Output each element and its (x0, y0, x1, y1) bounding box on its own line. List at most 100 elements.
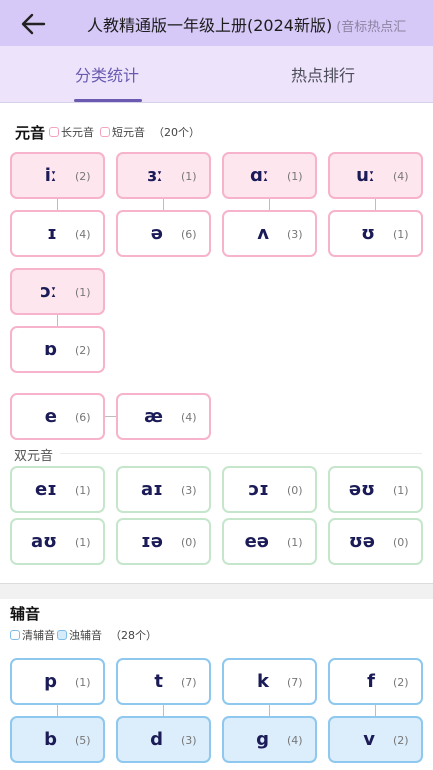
phoneme-card-short[interactable]: ɪ (4) (10, 210, 105, 257)
phoneme-count: (1) (75, 286, 91, 299)
phoneme-count: (1) (393, 228, 409, 241)
connector (269, 198, 270, 210)
voiceless-swatch (10, 630, 20, 640)
phoneme-card-short[interactable]: ɒ (2) (10, 326, 105, 373)
app-bar: 人教精通版一年级上册(2024新版) (音标热点汇 (0, 0, 433, 46)
phoneme-card-voiceless[interactable]: p (1) (10, 658, 105, 705)
phoneme-symbol: uː (356, 165, 375, 186)
phoneme-card-long[interactable]: ɔː (1) (10, 268, 105, 315)
phoneme-card-voiceless[interactable]: t (7) (116, 658, 211, 705)
phoneme-count: (4) (393, 170, 409, 183)
phoneme-card-short[interactable]: ə (6) (116, 210, 211, 257)
phoneme-count: (2) (75, 344, 91, 357)
phoneme-symbol: aʊ (30, 531, 57, 552)
connector (163, 198, 164, 210)
phoneme-count: (3) (181, 484, 197, 497)
phoneme-symbol: əʊ (348, 479, 375, 500)
phoneme-count: (3) (181, 734, 197, 747)
phoneme-symbol: eɪ (34, 479, 57, 500)
tab-hot-ranking[interactable]: 热点排行 (291, 62, 355, 86)
phoneme-symbol: d (150, 729, 163, 750)
vowels-count: （20个） (153, 126, 200, 139)
page-title-sub: (音标热点汇 (336, 20, 407, 35)
phoneme-symbol: ɪə (140, 531, 163, 552)
phoneme-count: (6) (75, 411, 91, 424)
phoneme-symbol: p (44, 671, 57, 692)
phoneme-count: (0) (393, 536, 409, 549)
phoneme-card-voiceless[interactable]: f (2) (328, 658, 423, 705)
legend-long-vowel: 长元音 (61, 126, 94, 139)
connector (57, 314, 58, 326)
legend-short-vowel: 短元音 (112, 126, 145, 139)
phoneme-card-diphthong[interactable]: aɪ (3) (116, 466, 211, 513)
phoneme-count: (6) (181, 228, 197, 241)
connector (163, 704, 164, 716)
phoneme-card-diphthong[interactable]: ʊə (0) (328, 518, 423, 565)
tab-category-stats[interactable]: 分类统计 (75, 62, 139, 86)
back-arrow-icon[interactable] (20, 12, 46, 36)
diphthong-label: 双元音 (14, 449, 54, 464)
phoneme-card-voiced[interactable]: v (2) (328, 716, 423, 763)
consonants-legend: 清辅音 浊辅音 （28个） (10, 627, 157, 643)
connector (375, 704, 376, 716)
phoneme-count: (7) (181, 676, 197, 689)
phoneme-symbol: æ (144, 406, 163, 427)
long-vowel-swatch (49, 127, 59, 137)
voiced-swatch (57, 630, 67, 640)
phoneme-count: (5) (75, 734, 91, 747)
phoneme-card-short[interactable]: ʌ (3) (222, 210, 317, 257)
phoneme-symbol: k (257, 671, 269, 692)
connector (57, 704, 58, 716)
phoneme-card-voiced[interactable]: b (5) (10, 716, 105, 763)
phoneme-card-long[interactable]: uː (4) (328, 152, 423, 199)
phoneme-card-voiced[interactable]: d (3) (116, 716, 211, 763)
phoneme-symbol: aɪ (141, 479, 163, 500)
vowels-title: 元音 (15, 124, 46, 142)
legend-voiced: 浊辅音 (69, 629, 102, 642)
phoneme-card-voiceless[interactable]: k (7) (222, 658, 317, 705)
phoneme-symbol: ə (150, 223, 163, 244)
phoneme-count: (1) (287, 536, 303, 549)
section-separator (0, 583, 433, 599)
phoneme-card-diphthong[interactable]: ɪə (0) (116, 518, 211, 565)
phoneme-card-short[interactable]: e (6) (10, 393, 105, 440)
phoneme-count: (4) (75, 228, 91, 241)
phoneme-card-long[interactable]: ɑː (1) (222, 152, 317, 199)
phoneme-card-short[interactable]: æ (4) (116, 393, 211, 440)
page-title: 人教精通版一年级上册(2024新版) (音标热点汇 (87, 12, 406, 36)
short-vowel-swatch (100, 127, 110, 137)
phoneme-card-diphthong[interactable]: aʊ (1) (10, 518, 105, 565)
phoneme-card-long[interactable]: iː (2) (10, 152, 105, 199)
phoneme-symbol: ɔɪ (248, 479, 270, 500)
phoneme-card-long[interactable]: ɜː (1) (116, 152, 211, 199)
phoneme-symbol: eə (244, 531, 269, 552)
phoneme-count: (1) (287, 170, 303, 183)
phoneme-symbol: ɒ (44, 339, 57, 360)
phoneme-count: (1) (181, 170, 197, 183)
phoneme-symbol: ʊə (348, 531, 375, 552)
phoneme-symbol: t (154, 671, 163, 692)
divider (60, 453, 422, 454)
active-tab-indicator (74, 99, 142, 102)
phoneme-card-diphthong[interactable]: eə (1) (222, 518, 317, 565)
phoneme-symbol: ʌ (257, 223, 269, 244)
phoneme-count: (0) (181, 536, 197, 549)
consonants-count: （28个） (110, 629, 157, 642)
phoneme-symbol: ʊ (361, 223, 375, 244)
phoneme-card-voiced[interactable]: g (4) (222, 716, 317, 763)
phoneme-count: (1) (75, 484, 91, 497)
phoneme-symbol: ɪ (47, 223, 57, 244)
phoneme-card-short[interactable]: ʊ (1) (328, 210, 423, 257)
phoneme-card-diphthong[interactable]: eɪ (1) (10, 466, 105, 513)
phoneme-symbol: ɑː (250, 165, 269, 186)
page-title-main: 人教精通版一年级上册(2024新版) (87, 16, 333, 35)
phoneme-count: (1) (393, 484, 409, 497)
phoneme-symbol: iː (44, 165, 57, 186)
phoneme-count: (7) (287, 676, 303, 689)
phoneme-card-diphthong[interactable]: ɔɪ (0) (222, 466, 317, 513)
phoneme-count: (2) (393, 676, 409, 689)
phoneme-symbol: e (44, 406, 57, 427)
phoneme-symbol: g (256, 729, 269, 750)
phoneme-count: (2) (75, 170, 91, 183)
phoneme-card-diphthong[interactable]: əʊ (1) (328, 466, 423, 513)
